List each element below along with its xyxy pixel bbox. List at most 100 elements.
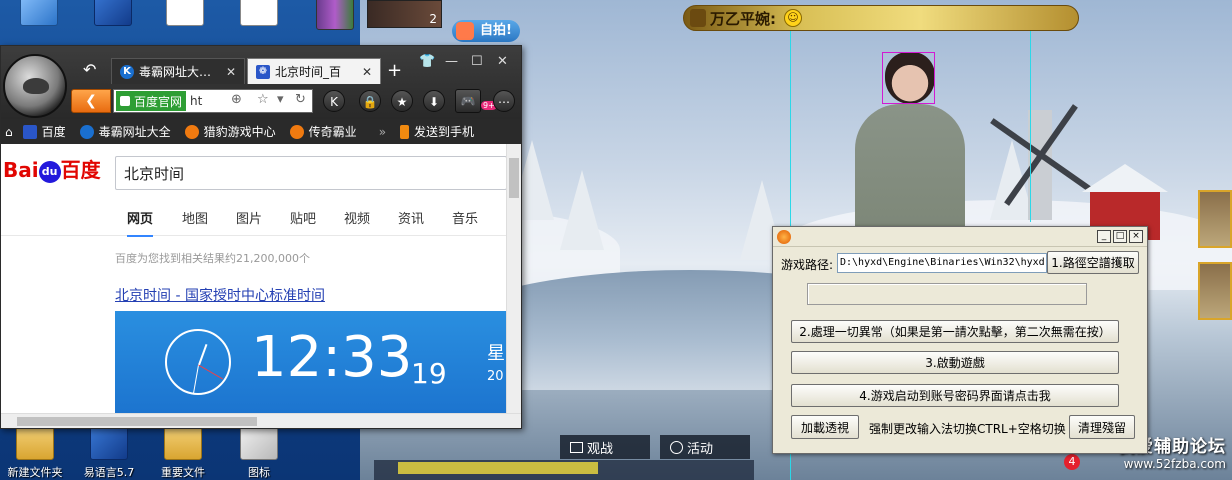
esp-guide-line	[1030, 22, 1031, 222]
tab-images[interactable]: 图片	[236, 208, 262, 227]
crosshair-icon[interactable]: ⊕	[231, 92, 242, 107]
desktop-icon-easy-language[interactable]: 易语言5.7	[74, 422, 144, 480]
tool-titlebar[interactable]: _ □ ×	[773, 227, 1147, 247]
chat-strip	[374, 460, 754, 480]
fav-baidu[interactable]: 百度	[22, 123, 66, 140]
star-button[interactable]: ★	[391, 90, 413, 112]
chevron-down-icon[interactable]: ▾	[277, 92, 284, 107]
result-title-link[interactable]: 北京时间 - 国家授时中心标准时间	[115, 285, 325, 305]
logo-du: du	[38, 160, 61, 183]
tab-video[interactable]: 视频	[344, 208, 370, 227]
clock-date: 20	[487, 369, 504, 384]
start-game-button[interactable]: 3.啟動遊戲	[791, 351, 1119, 374]
more-button[interactable]: ⋯	[493, 90, 515, 112]
browser-window[interactable]: ↶ K 毒霸网址大… ✕ ❁ 北京时间_百 ✕ + 👕 — ☐ ✕ ❮ 百度官网…	[0, 45, 522, 429]
tab-label: 北京时间_百	[275, 65, 342, 79]
lock-button[interactable]: 🔒	[359, 90, 381, 112]
back-button[interactable]: ❮	[71, 89, 111, 113]
horizontal-scrollbar[interactable]	[1, 413, 521, 428]
shirt-icon[interactable]: 👕	[419, 54, 435, 69]
tab-music[interactable]: 音乐	[452, 208, 478, 227]
fav-liebao[interactable]: 猎豹游戏中心	[184, 123, 276, 140]
clock-time: 12:33	[251, 325, 413, 390]
maximize-icon[interactable]: □	[1113, 230, 1127, 243]
duba-k-button[interactable]: K	[323, 90, 345, 112]
desktop-icon-easy[interactable]	[78, 0, 148, 30]
selfie-button[interactable]: 自拍!	[452, 20, 520, 42]
scroll-thumb[interactable]	[17, 417, 257, 426]
side-thumbnail[interactable]	[1198, 262, 1232, 320]
maximize-icon[interactable]: ☐	[471, 54, 483, 69]
scroll-thumb[interactable]	[509, 158, 519, 198]
phone-icon	[400, 124, 410, 139]
duba-k-icon: K	[120, 64, 134, 79]
minimize-icon[interactable]: —	[445, 54, 458, 69]
tab-map[interactable]: 地图	[182, 208, 208, 227]
get-path-button[interactable]: 1.路徑空譜擭取	[1047, 251, 1139, 274]
cheetah-logo-icon[interactable]	[3, 54, 67, 118]
tool-window[interactable]: _ □ × 游戏路径: D:\hyxd\Engine\Binaries\Win3…	[772, 226, 1148, 454]
clock-weekday: 星	[487, 343, 505, 364]
player-name-banner: 万乙平婉: ☺	[683, 5, 1079, 31]
hour-hand	[198, 343, 208, 366]
chuanqi-icon	[289, 124, 304, 139]
baidu-logo[interactable]: Bai du 百度	[3, 154, 101, 183]
activity-button[interactable]: 活动	[660, 435, 750, 459]
tab-tieba[interactable]: 贴吧	[290, 208, 316, 227]
minute-hand	[192, 364, 199, 395]
url-text: ht	[190, 94, 203, 108]
secure-label: 百度官网	[134, 94, 183, 109]
vertical-scrollbar[interactable]	[506, 144, 521, 414]
clean-residue-button[interactable]: 清理殘留	[1069, 415, 1135, 439]
app-icon	[777, 230, 791, 244]
desktop-icon-computer[interactable]	[4, 0, 74, 30]
chevron-right-icon[interactable]: »	[379, 125, 386, 139]
game-path-input[interactable]: D:\hyxd\Engine\Binaries\Win32\hyxd	[837, 253, 1047, 273]
logo-bai: Bai	[3, 158, 39, 182]
desktop-icon-doc2[interactable]	[224, 0, 294, 30]
address-row: ❮ 百度官网 ht ⊕ ☆ ▾ ↻ K 🔒 ★ ⬇ 🎮 9+ ⋯	[71, 89, 519, 115]
new-tab-button[interactable]: +	[387, 60, 402, 81]
tab-web[interactable]: 网页	[127, 208, 154, 237]
secure-badge[interactable]: 百度官网	[116, 91, 187, 111]
minimize-icon[interactable]: _	[1097, 230, 1111, 243]
desktop-icon-icons[interactable]: 图标	[224, 422, 294, 480]
avatar[interactable]: 2	[367, 0, 442, 28]
fav-label: 百度	[41, 125, 66, 139]
tab-news[interactable]: 资讯	[398, 208, 424, 227]
star-icon[interactable]: ☆	[257, 92, 269, 107]
close-icon[interactable]: ✕	[362, 65, 372, 79]
side-thumbnail[interactable]	[1198, 190, 1232, 248]
watch-button[interactable]: 观战	[560, 435, 650, 459]
tab-duba[interactable]: K 毒霸网址大… ✕	[111, 58, 245, 84]
tab-baidu[interactable]: ❁ 北京时间_百 ✕	[247, 58, 381, 84]
desktop-icon-new-folder[interactable]: 新建文件夹	[0, 422, 70, 480]
shield-icon	[120, 96, 130, 106]
refresh-icon[interactable]: ↻	[295, 92, 306, 107]
gamepad-button[interactable]: 🎮	[455, 89, 481, 113]
search-input[interactable]	[115, 156, 507, 190]
desktop-icon-important[interactable]: 重要文件	[148, 422, 218, 480]
desktop-icon-doc[interactable]	[150, 0, 220, 30]
load-esp-button[interactable]: 加載透視	[791, 415, 859, 439]
close-icon[interactable]: ✕	[226, 65, 236, 79]
undo-close-tab-icon[interactable]: ↶	[83, 60, 96, 79]
clock-seconds: 19	[411, 357, 447, 390]
fav-chuanqi[interactable]: 传奇霸业	[289, 123, 357, 140]
fav-duba[interactable]: 毒霸网址大全	[79, 123, 171, 140]
login-screen-button[interactable]: 4.游戏启动到账号密码界面请点击我	[791, 384, 1119, 407]
avatar-count: 2	[429, 12, 437, 26]
close-window-icon[interactable]: ✕	[497, 54, 508, 69]
progress-bar	[807, 283, 1087, 305]
handle-exceptions-button[interactable]: 2.處理一切異常（如果是第一請次點擊，第二次無需在按）	[791, 320, 1119, 343]
download-button[interactable]: ⬇	[423, 90, 445, 112]
fav-label: 传奇霸业	[308, 125, 357, 139]
baidu-paw-icon: ❁	[256, 64, 270, 79]
send-to-phone[interactable]: 发送到手机	[400, 123, 474, 140]
close-icon[interactable]: ×	[1129, 230, 1143, 243]
watermark-url: www.52fzba.com	[1123, 457, 1226, 471]
notification-badge: 4	[1064, 454, 1080, 470]
home-icon[interactable]: ⌂	[5, 125, 13, 139]
player-name: 万乙平婉:	[710, 9, 776, 28]
path-label: 游戏路径:	[781, 258, 834, 272]
